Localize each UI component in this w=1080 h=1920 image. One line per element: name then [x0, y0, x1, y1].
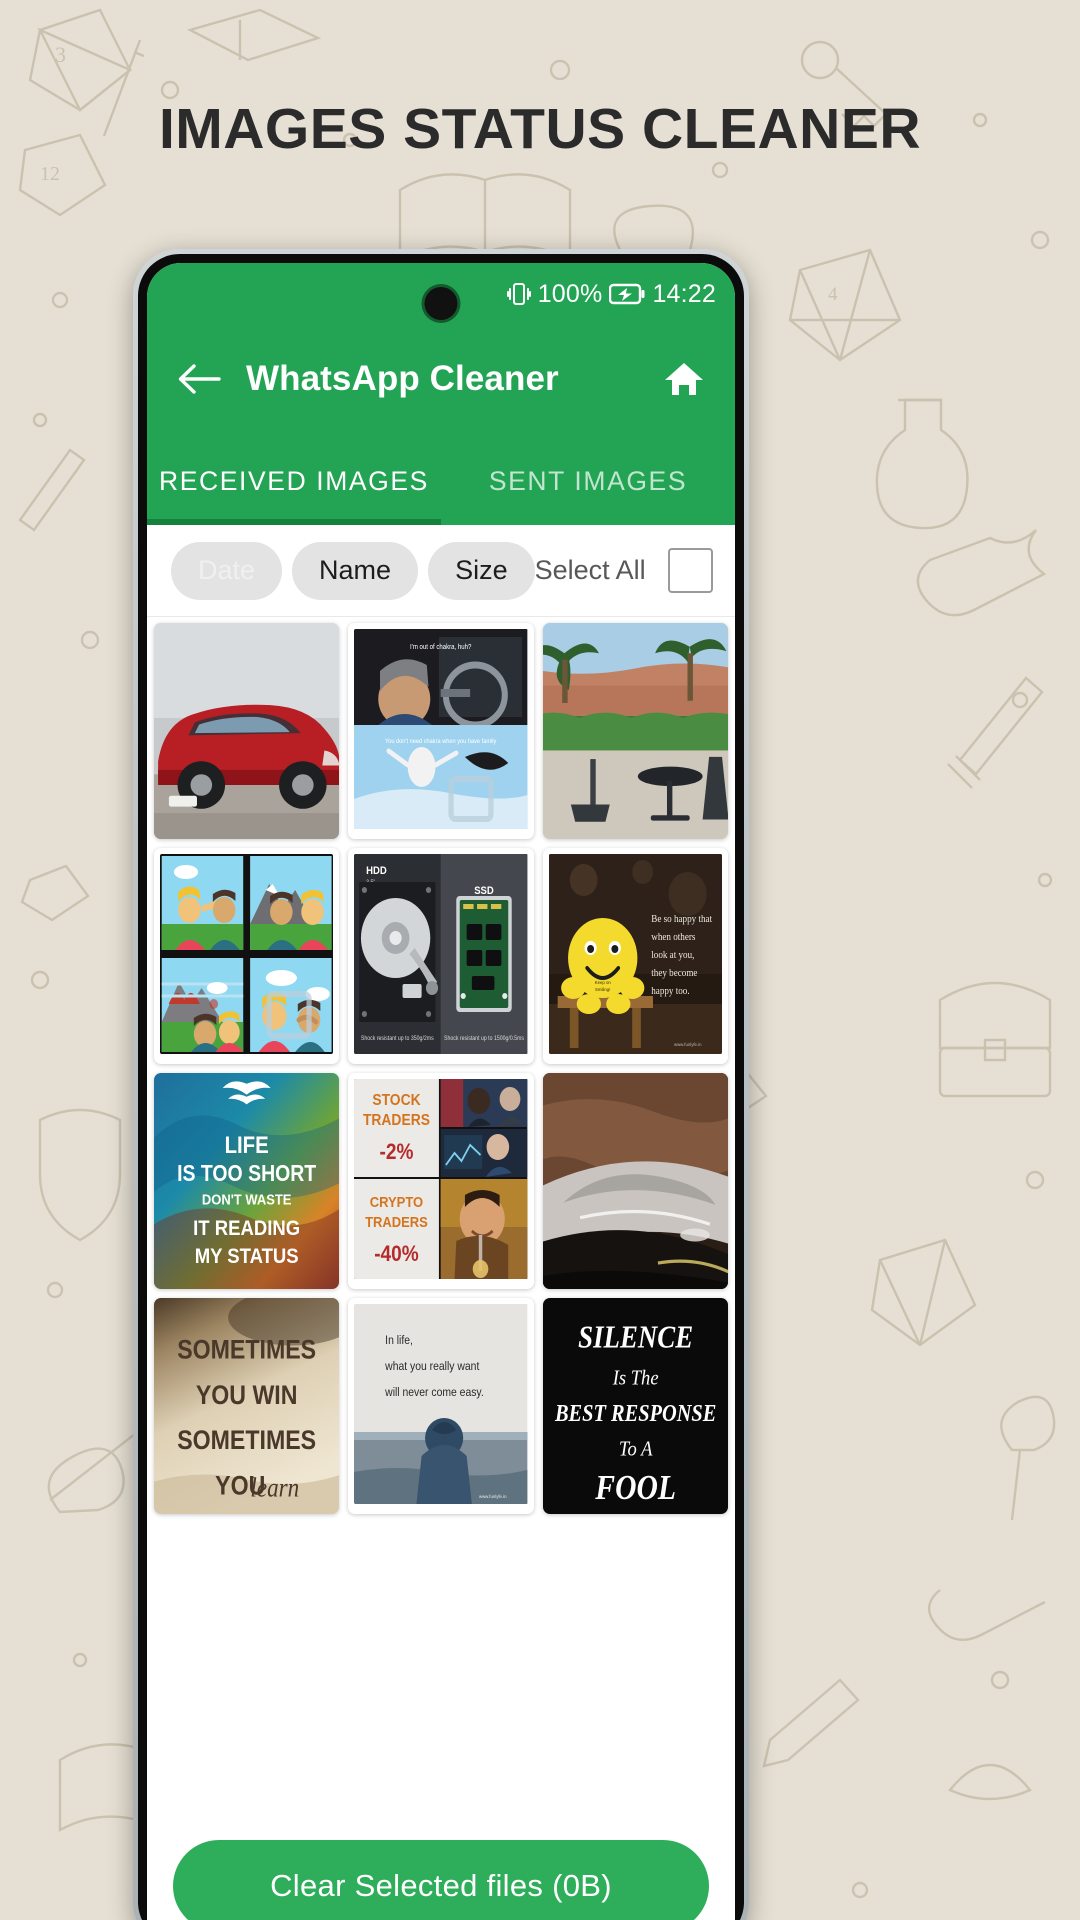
svg-text:CRYPTO: CRYPTO [370, 1193, 423, 1210]
svg-text:SOMETIMES: SOMETIMES [177, 1335, 316, 1365]
app-bar-title: WhatsApp Cleaner [246, 359, 559, 398]
grid-item-sometimes-you-win[interactable]: SOMETIMES YOU WIN SOMETIMES YOU learn [154, 1298, 340, 1514]
grid-item-traders-meme[interactable]: STOCK TRADERS -2% CRYPTO TRADERS -40% [348, 1073, 534, 1289]
svg-text:3: 3 [55, 42, 66, 67]
sort-chip-name[interactable]: Name [292, 541, 419, 600]
grid-item-silence-quote[interactable]: SILENCE Is The BEST RESPONSE To A FOOL [542, 1298, 728, 1514]
vibrate-icon [506, 280, 531, 308]
svg-text:TRADERS: TRADERS [363, 1111, 430, 1129]
front-camera-punch-hole [424, 287, 458, 320]
grid-item-mountain-comic[interactable] [154, 848, 340, 1064]
grid-item-life-too-short[interactable]: LIFE IS TOO SHORT DON'T WASTE IT READING… [154, 1073, 340, 1289]
sort-chip-size[interactable]: Size [428, 541, 535, 600]
svg-text:Smiling!: Smiling! [595, 987, 610, 992]
thumb-mountain-comic [160, 854, 334, 1054]
grid-item-patio-palms[interactable] [542, 623, 728, 839]
grid-item-hdd-ssd[interactable]: HDD 3.5" SSD 2.5" [348, 848, 534, 1064]
thumb-life-too-short: LIFE IS TOO SHORT DON'T WASTE IT READING… [154, 1073, 340, 1289]
sort-chip-date[interactable]: Date [171, 541, 283, 600]
grid-item-chakra-meme[interactable]: I'm out of chakra, huh? You don't need c… [348, 623, 534, 839]
svg-text:-2%: -2% [380, 1140, 414, 1165]
svg-text:www.funlyfe.in: www.funlyfe.in [479, 1494, 507, 1499]
svg-text:Be so happy that: Be so happy that [651, 913, 712, 925]
grid-item-red-car[interactable] [154, 623, 340, 839]
svg-text:what you really want: what you really want [385, 1360, 481, 1373]
svg-text:FOOL: FOOL [594, 1468, 676, 1507]
grid-item-concept-car[interactable] [542, 1073, 728, 1289]
svg-text:MY STATUS: MY STATUS [195, 1245, 299, 1269]
svg-text:HDD: HDD [366, 865, 387, 877]
svg-text:In life,: In life, [386, 1334, 414, 1347]
status-bar-indicators: 100% 14:22 [506, 279, 716, 309]
svg-text:YOU WIN: YOU WIN [196, 1380, 298, 1410]
tab-sent-images[interactable]: SENT IMAGES [441, 437, 735, 525]
select-all-label: Select All [534, 555, 646, 585]
phone-mockup: 100% 14:22 WhatsApp Cleaner RECEIVED IMA… [133, 249, 749, 1920]
svg-text:IT READING: IT READING [193, 1217, 300, 1241]
thumb-concept-car [542, 1073, 728, 1289]
svg-text:12: 12 [40, 163, 60, 185]
svg-text:they become: they become [651, 967, 698, 979]
thumb-red-car [154, 623, 340, 839]
grid-item-in-life-quote[interactable]: In life, what you really want will never… [348, 1298, 534, 1514]
app-bar: WhatsApp Cleaner [147, 321, 735, 437]
thumb-sometimes-you-win: SOMETIMES YOU WIN SOMETIMES YOU learn [154, 1298, 340, 1514]
svg-text:You don't need chakra when you: You don't need chakra when you have fami… [385, 738, 497, 745]
back-arrow-icon[interactable] [176, 356, 222, 402]
svg-text:BEST RESPONSE: BEST RESPONSE [554, 1400, 716, 1427]
svg-text:4: 4 [828, 284, 838, 305]
page-title: IMAGES STATUS CLEANER [158, 97, 922, 161]
svg-text:SSD: SSD [475, 885, 495, 897]
svg-text:learn: learn [250, 1474, 299, 1503]
svg-text:Shock resistant up to 350g/2ms: Shock resistant up to 350g/2ms [361, 1036, 434, 1042]
svg-text:when others: when others [651, 931, 695, 943]
phone-screen: 100% 14:22 WhatsApp Cleaner RECEIVED IMA… [147, 263, 735, 1920]
thumb-patio-palms [542, 623, 728, 839]
battery-percent-label: 100% [537, 279, 603, 308]
image-grid-container[interactable]: I'm out of chakra, huh? You don't need c… [147, 617, 735, 1822]
select-all-checkbox[interactable] [667, 548, 713, 593]
thumb-chakra-meme: I'm out of chakra, huh? You don't need c… [354, 629, 528, 829]
svg-text:DON'T WASTE: DON'T WASTE [202, 1191, 292, 1208]
svg-text:IS TOO SHORT: IS TOO SHORT [177, 1162, 316, 1187]
svg-text:happy too.: happy too. [651, 985, 689, 997]
svg-text:-40%: -40% [375, 1242, 420, 1267]
svg-text:TRADERS: TRADERS [365, 1213, 428, 1230]
svg-text:LIFE: LIFE [225, 1131, 269, 1158]
grid-item-smiley-quote[interactable]: Keep on Smiling! Be so happy that when o… [542, 848, 728, 1064]
thumb-hdd-ssd: HDD 3.5" SSD 2.5" [354, 854, 528, 1054]
home-icon[interactable] [661, 356, 707, 402]
svg-text:SILENCE: SILENCE [578, 1321, 693, 1355]
status-bar: 100% 14:22 [147, 263, 735, 321]
thumb-traders-meme: STOCK TRADERS -2% CRYPTO TRADERS -40% [354, 1079, 528, 1279]
bottom-action-bar: Clear Selected files (0B) [147, 1822, 735, 1920]
filter-bar: Date Name Size Select All [147, 525, 735, 617]
svg-text:look at you,: look at you, [651, 949, 694, 961]
svg-text:Keep on: Keep on [594, 980, 610, 985]
svg-text:will never come easy.: will never come easy. [385, 1386, 484, 1399]
svg-text:To A: To A [619, 1437, 653, 1461]
svg-text:www.funlyfe.in: www.funlyfe.in [674, 1042, 702, 1047]
svg-text:Shock resistant up to 1500g/0.: Shock resistant up to 1500g/0.5ms [444, 1036, 524, 1042]
phone-bezel: 100% 14:22 WhatsApp Cleaner RECEIVED IMA… [138, 254, 744, 1920]
svg-text:STOCK: STOCK [373, 1091, 421, 1109]
battery-charging-icon [609, 283, 645, 305]
thumb-in-life-quote: In life, what you really want will never… [354, 1304, 528, 1504]
clear-selected-files-button[interactable]: Clear Selected files (0B) [173, 1840, 709, 1920]
thumb-silence-quote: SILENCE Is The BEST RESPONSE To A FOOL [542, 1298, 728, 1514]
svg-text:I'm out of chakra, huh?: I'm out of chakra, huh? [410, 644, 472, 651]
svg-text:Is The: Is The [612, 1366, 659, 1390]
tab-bar: RECEIVED IMAGES SENT IMAGES [147, 437, 735, 525]
svg-text:SOMETIMES: SOMETIMES [177, 1426, 316, 1456]
thumb-smiley-quote: Keep on Smiling! Be so happy that when o… [548, 854, 722, 1054]
tab-received-images[interactable]: RECEIVED IMAGES [147, 437, 441, 525]
clock-label: 14:22 [652, 279, 716, 308]
tab-active-indicator [147, 519, 441, 525]
image-grid: I'm out of chakra, huh? You don't need c… [154, 623, 728, 1514]
